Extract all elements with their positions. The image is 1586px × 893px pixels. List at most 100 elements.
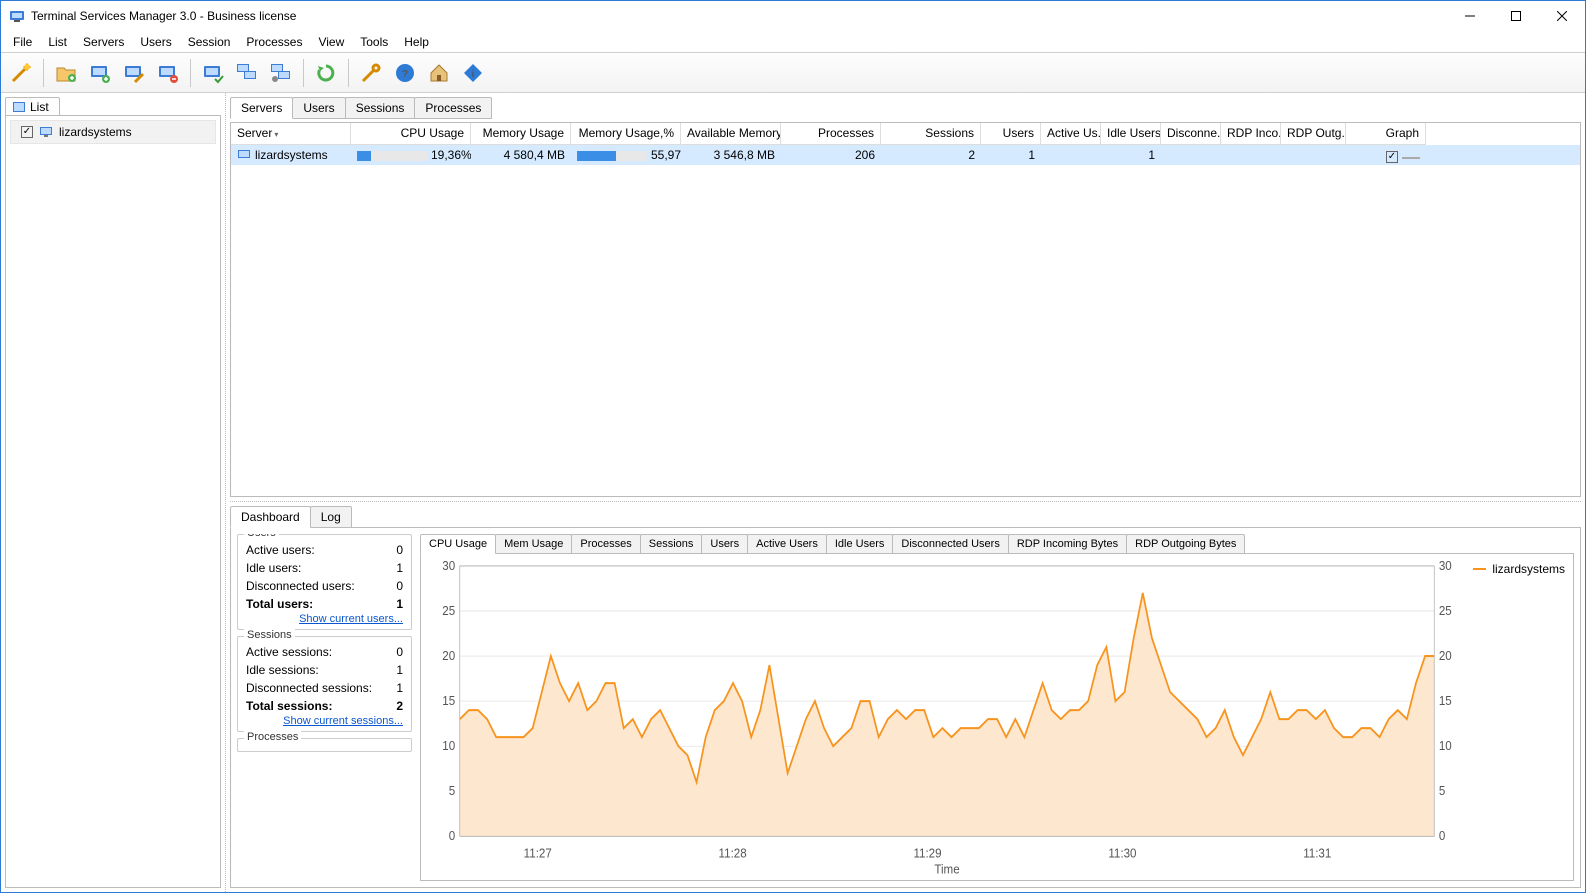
menu-processes[interactable]: Processes [238,33,310,51]
total-users-value: 1 [396,597,403,611]
menu-list[interactable]: List [40,33,75,51]
grid-col-header[interactable]: RDP Outg... [1281,123,1346,145]
app-icon [9,8,25,24]
wizard-button[interactable] [5,57,37,89]
svg-text:10: 10 [1439,738,1452,753]
stat-line: Idle sessions:1 [246,661,403,679]
maximize-button[interactable] [1493,1,1539,31]
table-cell: 4 580,4 MB [471,146,571,164]
grid-col-header[interactable]: Graph [1346,123,1426,145]
edit-server-button[interactable] [118,57,150,89]
home-button[interactable] [423,57,455,89]
chart-plot: 00551010151520202525303011:2711:2811:291… [425,558,1469,876]
show-users-link[interactable]: Show current users... [246,613,403,625]
dashboard-body: Users Active users:0Idle users:1Disconne… [230,527,1581,888]
grid-col-header[interactable]: Disconne... [1161,123,1221,145]
app-window: Terminal Services Manager 3.0 - Business… [0,0,1586,893]
menu-file[interactable]: File [5,33,40,51]
legend-swatch [1473,568,1486,570]
stat-line: Active users:0 [246,541,403,559]
servers-b-button[interactable] [265,57,297,89]
menu-users[interactable]: Users [132,33,179,51]
main-tab-servers[interactable]: Servers [230,97,293,119]
total-sessions-value: 2 [396,699,403,713]
grid-col-header[interactable]: Active Us... [1041,123,1101,145]
users-fieldset: Users Active users:0Idle users:1Disconne… [237,534,412,630]
table-row[interactable]: lizardsystems19,36%4 580,4 MB55,97%3 546… [231,145,1580,165]
remove-server-button[interactable] [152,57,184,89]
settings-button[interactable] [355,57,387,89]
chart-tab[interactable]: Mem Usage [495,534,572,554]
about-button[interactable]: i [457,57,489,89]
grid-col-header[interactable]: RDP Inco... [1221,123,1281,145]
chart-legend: lizardsystems [1469,558,1569,876]
list-icon [12,100,26,114]
grid-col-header[interactable]: Users [981,123,1041,145]
table-cell: lizardsystems [231,146,351,164]
add-group-button[interactable] [50,57,82,89]
right-panel: ServersUsersSessionsProcesses Server▾CPU… [226,93,1585,892]
main-tabs: ServersUsersSessionsProcesses [230,97,1581,119]
menu-servers[interactable]: Servers [75,33,132,51]
show-sessions-link[interactable]: Show current sessions... [246,715,403,727]
menu-session[interactable]: Session [180,33,239,51]
minimize-button[interactable] [1447,1,1493,31]
tree-checkbox[interactable]: ✓ [21,126,33,138]
svg-text:11:27: 11:27 [524,846,552,861]
tree-item[interactable]: ✓ lizardsystems [10,120,216,144]
chart-tab[interactable]: RDP Incoming Bytes [1008,534,1127,554]
server-grid[interactable]: Server▾CPU UsageMemory UsageMemory Usage… [230,122,1581,497]
help-button[interactable]: ? [389,57,421,89]
menu-view[interactable]: View [310,33,352,51]
toolbar: ? i [1,53,1585,93]
processes-legend: Processes [244,731,301,743]
svg-text:0: 0 [1439,829,1446,844]
total-users-label: Total users: [246,597,313,611]
app-title: Terminal Services Manager 3.0 - Business… [31,9,1447,23]
table-cell: 1 [1101,146,1161,164]
svg-text:20: 20 [442,648,455,663]
left-panel: List ✓ lizardsystems [1,93,226,892]
title-bar: Terminal Services Manager 3.0 - Business… [1,1,1585,31]
chart-tab[interactable]: Active Users [747,534,827,554]
chart-tab[interactable]: CPU Usage [420,534,496,554]
chart-tab[interactable]: RDP Outgoing Bytes [1126,534,1245,554]
chart-tab[interactable]: Processes [571,534,640,554]
main-tab-processes[interactable]: Processes [414,97,492,119]
menu-tools[interactable]: Tools [352,33,396,51]
main-tab-users[interactable]: Users [292,97,345,119]
add-server-button[interactable] [84,57,116,89]
check-server-button[interactable] [197,57,229,89]
table-cell [1041,153,1101,157]
menu-help[interactable]: Help [396,33,437,51]
chart-tab[interactable]: Idle Users [826,534,894,554]
grid-col-header[interactable]: Available Memory [681,123,781,145]
grid-col-header[interactable]: CPU Usage [351,123,471,145]
grid-col-header[interactable]: Memory Usage,% [571,123,681,145]
server-tree[interactable]: ✓ lizardsystems [5,115,221,888]
grid-col-header[interactable]: Idle Users [1101,123,1161,145]
grid-col-header[interactable]: Processes [781,123,881,145]
chart-tab[interactable]: Disconnected Users [892,534,1008,554]
bottom-tab-dashboard[interactable]: Dashboard [230,506,311,528]
refresh-button[interactable] [310,57,342,89]
grid-col-header[interactable]: Memory Usage [471,123,571,145]
chart-tab[interactable]: Users [701,534,748,554]
servers-a-button[interactable] [231,57,263,89]
close-button[interactable] [1539,1,1585,31]
chart-tab[interactable]: Sessions [640,534,703,554]
svg-text:Time: Time [934,862,959,876]
bottom-tab-log[interactable]: Log [310,506,352,528]
grid-col-header[interactable]: Server▾ [231,123,351,145]
table-cell: 55,97% [571,146,681,164]
table-cell [1281,153,1346,157]
grid-col-header[interactable]: Sessions [881,123,981,145]
table-cell: 19,36% [351,146,471,164]
main-tab-sessions[interactable]: Sessions [345,97,416,119]
svg-text:11:30: 11:30 [1108,846,1136,861]
left-tab-list[interactable]: List [5,97,60,116]
stats-column: Users Active users:0Idle users:1Disconne… [237,534,412,881]
svg-text:?: ? [402,69,408,80]
processes-fieldset: Processes [237,738,412,752]
tree-item-label: lizardsystems [59,125,132,139]
